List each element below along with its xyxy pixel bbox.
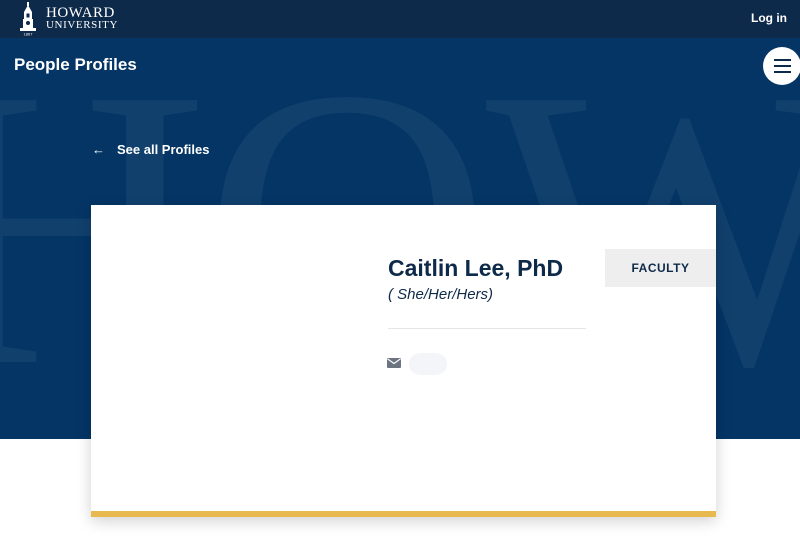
envelope-icon[interactable]	[387, 358, 401, 368]
menu-icon-line	[773, 71, 791, 73]
card-accent-bar	[91, 511, 716, 517]
faculty-badge: FACULTY	[605, 249, 716, 287]
email-placeholder[interactable]	[409, 353, 447, 375]
divider	[388, 328, 586, 329]
bell-tower-logo-icon: 1867	[20, 2, 36, 37]
see-all-profiles-link[interactable]: ← See all Profiles	[92, 142, 210, 157]
arrow-left-icon: ←	[92, 142, 105, 157]
menu-icon-line	[773, 59, 791, 61]
top-bar: 1867 HOWARD UNIVERSITY Log in	[0, 0, 800, 38]
logo-wordmark-line1: HOWARD	[46, 5, 115, 21]
back-link-label: See all Profiles	[117, 142, 210, 157]
login-link[interactable]: Log in	[751, 11, 787, 25]
page-title: People Profiles	[14, 55, 137, 74]
profile-name: Caitlin Lee, PhD	[388, 255, 564, 281]
logo-year: 1867	[24, 32, 34, 37]
profile-card: Caitlin Lee, PhD ( She/Her/Hers) FACULTY	[91, 205, 716, 517]
hamburger-menu-button[interactable]	[763, 47, 800, 85]
howard-logo[interactable]: 1867 HOWARD UNIVERSITY	[18, 2, 118, 36]
menu-icon-line	[773, 65, 791, 67]
profile-pronouns: ( She/Her/Hers)	[388, 286, 494, 303]
logo-wordmark-line2: UNIVERSITY	[46, 19, 118, 31]
